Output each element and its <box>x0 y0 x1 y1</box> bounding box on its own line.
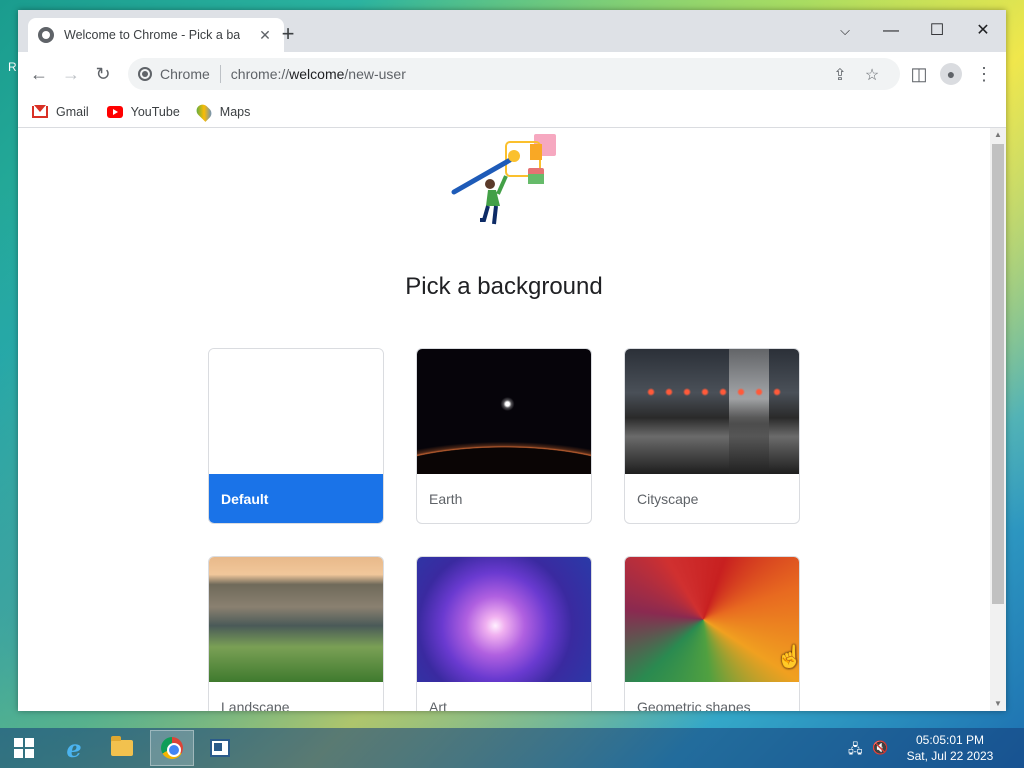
taskbar-internet-explorer[interactable]: e <box>52 730 96 766</box>
reload-button[interactable]: ↻ <box>92 63 114 85</box>
bookmarks-bar: Gmail YouTube Maps <box>18 96 1006 128</box>
background-card-art[interactable]: Art <box>416 556 592 711</box>
welcome-illustration <box>451 134 556 225</box>
scroll-thumb[interactable] <box>992 144 1004 604</box>
vertical-scrollbar[interactable]: ▲ ▼ <box>990 128 1006 711</box>
maps-icon <box>193 101 214 122</box>
address-bar[interactable]: Chrome chrome://welcome/new-user ⇪ ☆ <box>128 58 900 90</box>
minimize-button[interactable]: — <box>868 16 914 46</box>
clock[interactable]: 05:05:01 PM Sat, Jul 22 2023 <box>900 732 1000 764</box>
desktop-text: R <box>8 60 17 74</box>
background-card-geometric-shapes[interactable]: Geometric shapes <box>624 556 800 711</box>
back-button[interactable]: ← <box>28 63 50 85</box>
card-thumbnail <box>417 557 591 682</box>
toolbar: ← → ↻ Chrome chrome://welcome/new-user ⇪… <box>18 52 1006 96</box>
bookmark-youtube[interactable]: YouTube <box>106 104 180 119</box>
taskbar-chrome[interactable] <box>150 730 194 766</box>
scroll-up-icon[interactable]: ▲ <box>990 128 1006 142</box>
card-label: Earth <box>429 491 463 507</box>
background-card-cityscape[interactable]: Cityscape <box>624 348 800 524</box>
folder-icon <box>111 736 133 756</box>
forward-button[interactable]: → <box>60 63 82 85</box>
app-window-icon <box>210 739 230 757</box>
card-label: Default <box>209 474 383 523</box>
url-prefix: chrome:// <box>230 66 290 82</box>
clock-time: 05:05:01 PM <box>915 733 985 747</box>
omnibox-label: Chrome <box>160 66 210 82</box>
bookmark-label: YouTube <box>130 104 180 119</box>
windows-logo-icon <box>14 738 34 758</box>
card-thumbnail <box>625 349 799 474</box>
omnibox-divider <box>219 65 221 83</box>
hand-cursor-icon: ☝ <box>776 644 804 669</box>
tab-title: Welcome to Chrome - Pick a bac <box>64 28 240 42</box>
speaker-muted-icon[interactable]: 🔇 <box>872 740 888 756</box>
gmail-icon <box>32 104 48 118</box>
maximize-button[interactable]: ☐ <box>914 16 960 46</box>
chrome-window: Welcome to Chrome - Pick a bac ✕ + ⌵ — ☐… <box>18 10 1006 711</box>
card-label: Landscape <box>221 699 290 711</box>
url-host: welcome <box>289 66 345 82</box>
card-thumbnail <box>625 557 799 682</box>
taskbar-file-explorer[interactable] <box>100 730 144 766</box>
chrome-favicon-icon <box>38 27 54 43</box>
card-thumbnail <box>209 349 383 474</box>
background-card-default[interactable]: Default <box>208 348 384 524</box>
bookmark-maps[interactable]: Maps <box>193 101 251 122</box>
profile-avatar-icon[interactable]: ● <box>940 63 962 85</box>
tab-search-button[interactable]: ⌵ <box>822 16 868 46</box>
title-bar: Welcome to Chrome - Pick a bac ✕ + ⌵ — ☐… <box>18 10 1006 52</box>
bookmark-label: Gmail <box>56 104 89 119</box>
tab-close-icon[interactable]: ✕ <box>256 27 274 44</box>
card-thumbnail <box>417 349 591 474</box>
network-disconnected-icon[interactable]: 🖧 <box>848 740 863 762</box>
bookmark-gmail[interactable]: Gmail <box>32 104 89 119</box>
bookmark-label: Maps <box>219 104 251 119</box>
background-card-earth[interactable]: Earth <box>416 348 592 524</box>
chrome-page-icon <box>138 67 152 81</box>
youtube-icon <box>106 105 123 118</box>
close-window-button[interactable]: ✕ <box>960 16 1006 46</box>
clock-date: Sat, Jul 22 2023 <box>906 749 994 763</box>
page-content: Pick a background Default Earth Cityscap… <box>18 128 990 711</box>
url-text: chrome://welcome/new-user <box>231 66 406 82</box>
side-panel-icon[interactable]: ◫ <box>908 63 930 85</box>
start-button[interactable] <box>2 730 46 766</box>
share-icon[interactable]: ⇪ <box>830 65 850 85</box>
card-label: Art <box>429 699 447 711</box>
card-label: Geometric shapes <box>637 699 751 711</box>
card-label: Cityscape <box>637 491 699 507</box>
taskbar-app[interactable] <box>198 730 242 766</box>
chrome-icon <box>161 737 183 759</box>
scroll-down-icon[interactable]: ▼ <box>990 697 1006 711</box>
new-tab-button[interactable]: + <box>277 23 299 46</box>
bookmark-star-icon[interactable]: ☆ <box>862 65 882 85</box>
taskbar: e 🖧 🔇 05:05:01 PM Sat, Jul 22 2023 <box>0 728 1024 768</box>
tab-welcome[interactable]: Welcome to Chrome - Pick a bac ✕ <box>28 18 284 52</box>
menu-icon[interactable]: ⋮ <box>973 63 995 85</box>
page-title: Pick a background <box>405 273 603 300</box>
card-thumbnail <box>209 557 383 682</box>
background-card-landscape[interactable]: Landscape <box>208 556 384 711</box>
internet-explorer-icon: e <box>66 733 82 763</box>
url-path: /new-user <box>344 66 406 82</box>
